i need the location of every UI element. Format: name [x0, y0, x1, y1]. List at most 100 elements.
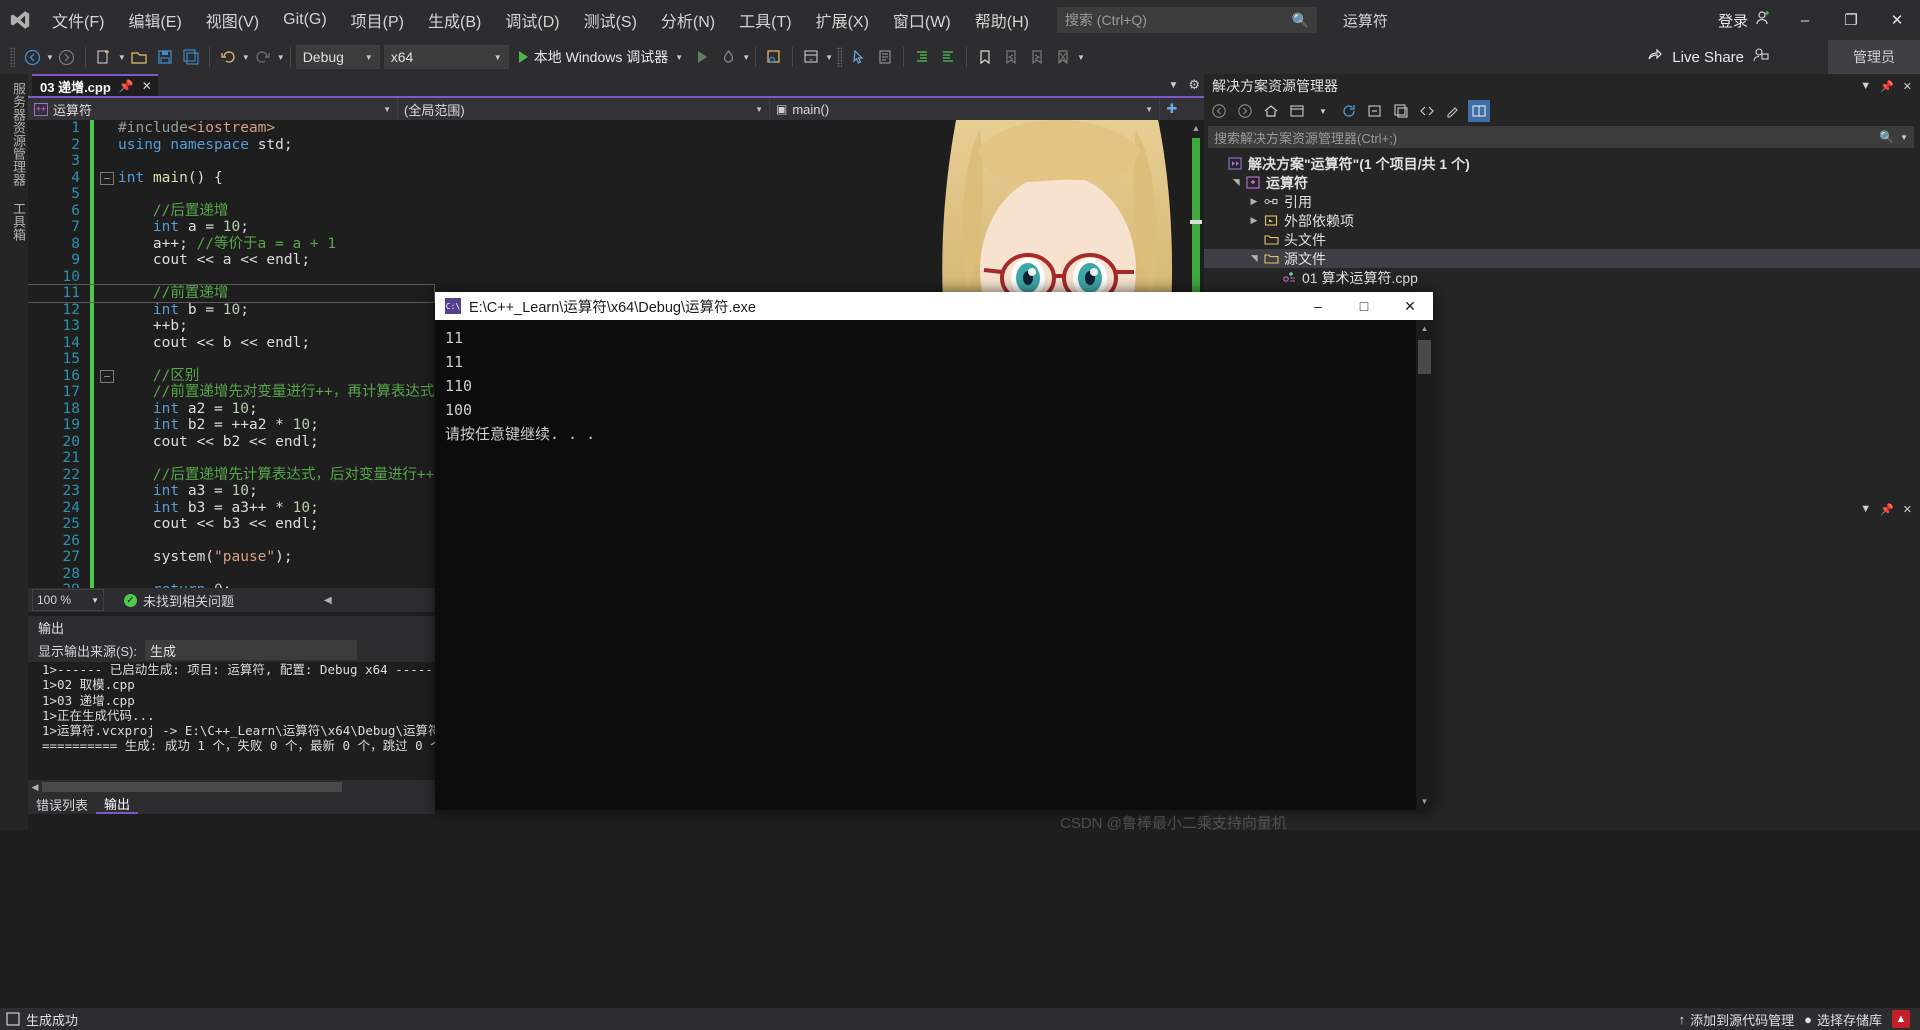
gear-icon[interactable]: ⚙ — [1188, 77, 1200, 93]
back-icon[interactable] — [1208, 100, 1230, 122]
start-debugging-button[interactable]: 本地 Windows 调试器 ▼ — [513, 44, 690, 70]
pin-panel-icon[interactable]: 📌 — [1880, 80, 1894, 93]
decrease-indent-icon[interactable] — [935, 44, 961, 70]
open-file-icon[interactable] — [126, 44, 152, 70]
scroll-up-icon[interactable]: ▲ — [1188, 120, 1204, 136]
scroll-left-icon[interactable]: ◀ — [28, 782, 42, 793]
preview-selected-icon[interactable] — [1468, 100, 1490, 122]
fold-toggle-icon[interactable]: − — [100, 369, 114, 383]
output-horizontal-scrollbar[interactable]: ◀ — [28, 780, 435, 794]
navbar-member-selector[interactable]: ▣ main() ▼ — [770, 98, 1160, 120]
restore-button[interactable]: ❐ — [1828, 0, 1874, 40]
solution-configuration-combo[interactable]: Debug ▼ — [295, 45, 380, 69]
code-line[interactable]: 13 ++b; — [28, 318, 434, 335]
pin-panel-icon[interactable]: 📌 — [1880, 503, 1894, 516]
code-line[interactable]: 28 — [28, 565, 434, 582]
editor-scrollbar-thumb[interactable] — [1190, 220, 1202, 224]
panel-menu-icon[interactable]: ▼ — [1860, 503, 1871, 515]
navbar-scope-selector[interactable]: (全局范围) ▼ — [398, 98, 770, 120]
console-scrollbar[interactable]: ▲ ▼ — [1416, 320, 1433, 810]
solution-platform-combo[interactable]: x64 ▼ — [383, 45, 509, 69]
code-line[interactable]: 15 — [28, 351, 434, 368]
comment-block-icon[interactable] — [872, 44, 898, 70]
toggle-bookmark-icon[interactable] — [972, 44, 998, 70]
home-view-dropdown-icon[interactable]: ▼ — [1312, 100, 1334, 122]
solution-tree-item[interactable]: 解决方案"运算符"(1 个项目/共 1 个) — [1204, 154, 1920, 173]
code-line[interactable]: 16 − //区别 — [28, 367, 434, 384]
menu-edit[interactable]: 编辑(E) — [116, 0, 193, 40]
console-scroll-thumb[interactable] — [1418, 340, 1431, 374]
close-panel-icon[interactable]: ✕ — [1903, 503, 1912, 516]
code-line[interactable]: 25 cout << b3 << endl; — [28, 516, 434, 533]
code-line[interactable]: 18 int a2 = 10; — [28, 400, 434, 417]
menu-build[interactable]: 生成(B) — [416, 0, 493, 40]
tab-error-list[interactable]: 错误列表 — [28, 794, 96, 814]
live-share-button[interactable]: Live Share — [1646, 40, 1770, 74]
code-line[interactable]: 7 int a = 10; — [28, 219, 434, 236]
panel-menu-icon[interactable]: ▼ — [1860, 80, 1871, 92]
menu-window[interactable]: 窗口(W) — [881, 0, 963, 40]
close-tab-icon[interactable]: ✕ — [142, 79, 152, 93]
output-text-area[interactable]: 1>------ 已启动生成: 项目: 运算符, 配置: Debug x64 -… — [28, 662, 435, 792]
navigate-backward-dropdown-icon[interactable]: ▼ — [46, 53, 54, 62]
global-search-box[interactable]: 搜索 (Ctrl+Q) 🔍 — [1056, 7, 1317, 33]
code-line[interactable]: 2 using namespace std; — [28, 136, 434, 153]
select-repository-button[interactable]: ● 选择存储库 — [1804, 1010, 1882, 1029]
undo-dropdown-icon[interactable]: ▼ — [242, 53, 250, 62]
code-line[interactable]: 14 cout << b << endl; — [28, 334, 434, 351]
minimize-button[interactable]: – — [1782, 0, 1828, 40]
menu-project[interactable]: 项目(P) — [339, 0, 416, 40]
code-line[interactable]: 4 − int main() { — [28, 169, 434, 186]
view-code-icon[interactable] — [1416, 100, 1438, 122]
code-line[interactable]: 3 — [28, 153, 434, 170]
menu-file[interactable]: 文件(F) — [40, 0, 116, 40]
code-line[interactable]: 6 //后置递增 — [28, 202, 434, 219]
show-all-files-icon[interactable] — [1390, 100, 1412, 122]
code-line[interactable]: 5 — [28, 186, 434, 203]
console-minimize-button[interactable]: – — [1295, 292, 1341, 320]
solution-tree-item[interactable]: 01 算术运算符.cpp — [1204, 268, 1920, 287]
save-all-icon[interactable] — [178, 44, 204, 70]
tree-expander-icon[interactable]: ◢ — [1249, 251, 1260, 267]
solution-explorer-search[interactable]: 搜索解决方案资源管理器(Ctrl+;) 🔍 ▼ — [1208, 126, 1914, 148]
chevron-down-icon[interactable]: ▼ — [1900, 133, 1908, 142]
toolbar-overflow-icon[interactable]: ▼ — [1077, 53, 1085, 62]
menu-tools[interactable]: 工具(T) — [727, 0, 803, 40]
undo-icon[interactable] — [215, 44, 241, 70]
pending-changes-icon[interactable] — [1286, 100, 1308, 122]
redo-icon[interactable] — [250, 44, 276, 70]
code-line[interactable]: 26 — [28, 532, 434, 549]
tree-expander-icon[interactable]: ▶ — [1246, 215, 1262, 226]
zoom-level-combo[interactable]: 100 % ▼ — [32, 589, 104, 611]
code-line[interactable]: 17 //前置递增先对变量进行++，再计算表达式 — [28, 384, 434, 401]
solution-tree-item[interactable]: ▶ 引用 — [1204, 192, 1920, 211]
new-item-dropdown-icon[interactable]: ▼ — [118, 53, 126, 62]
add-to-source-control-button[interactable]: ↑ 添加到源代码管理 — [1679, 1010, 1795, 1029]
code-line[interactable]: 27 system("pause"); — [28, 549, 434, 566]
solution-tree-item[interactable]: ◢ 运算符 — [1204, 173, 1920, 192]
hot-reload-dropdown-icon[interactable]: ▼ — [742, 53, 750, 62]
select-start-item-icon[interactable] — [761, 44, 787, 70]
toolbar-grip[interactable] — [10, 47, 15, 67]
split-view-icon[interactable]: ✚ — [1160, 98, 1184, 120]
code-line[interactable]: 23 int a3 = 10; — [28, 483, 434, 500]
code-line[interactable]: 8 a++; //等价于a = a + 1 — [28, 235, 434, 252]
issues-prev-icon[interactable]: ◀ — [324, 595, 332, 606]
clear-bookmarks-icon[interactable] — [1050, 44, 1076, 70]
console-scroll-up-icon[interactable]: ▲ — [1416, 320, 1433, 337]
toolbar-grip-2[interactable] — [837, 47, 843, 67]
refresh-icon[interactable] — [1338, 100, 1360, 122]
menu-help[interactable]: 帮助(H) — [963, 0, 1041, 40]
memory-window-icon[interactable] — [798, 44, 824, 70]
menu-debug[interactable]: 调试(D) — [493, 0, 571, 40]
navigate-backward-icon[interactable] — [19, 44, 45, 70]
start-without-debugging-icon[interactable] — [689, 44, 715, 70]
document-tab-active[interactable]: 03 递增.cpp 📌 ✕ — [32, 74, 158, 96]
next-bookmark-icon[interactable] — [1024, 44, 1050, 70]
fold-toggle-icon[interactable]: − — [100, 171, 114, 185]
new-item-icon[interactable] — [91, 44, 117, 70]
solution-tree-item[interactable]: ◢ 源文件 — [1204, 249, 1920, 268]
console-window[interactable]: C:\ E:\C++_Learn\运算符\x64\Debug\运算符.exe –… — [435, 292, 1433, 810]
increase-indent-icon[interactable] — [909, 44, 935, 70]
solution-tree-item[interactable]: 头文件 — [1204, 230, 1920, 249]
